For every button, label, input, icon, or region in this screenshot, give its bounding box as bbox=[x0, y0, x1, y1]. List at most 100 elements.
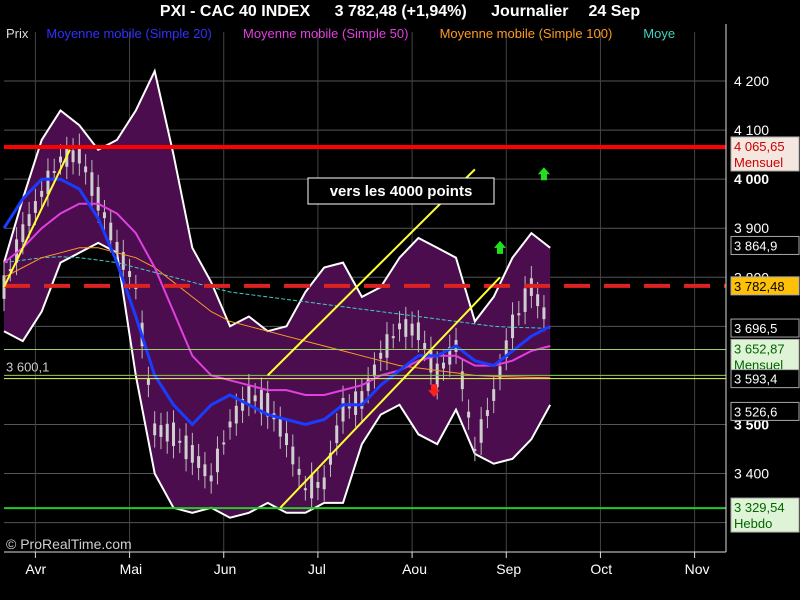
price-candle bbox=[96, 187, 100, 211]
watermark: © ProRealTime.com bbox=[6, 536, 132, 552]
price-candle bbox=[178, 440, 182, 443]
price-candle bbox=[52, 170, 56, 173]
price-candle bbox=[297, 468, 301, 475]
price-candle bbox=[492, 389, 496, 401]
price-candle bbox=[159, 425, 163, 437]
legend: Prix Moyenne mobile (Simple 20) Moyenne mo… bbox=[6, 26, 675, 41]
price-candle bbox=[71, 150, 75, 163]
legend-item: Moyenne mobile (Simple 50) bbox=[243, 26, 408, 41]
price-candle bbox=[542, 307, 546, 320]
price-candle bbox=[247, 386, 251, 404]
level-box-value: 3 652,87 bbox=[734, 341, 785, 356]
band-fill bbox=[4, 71, 551, 518]
legend-item: Prix bbox=[6, 26, 29, 41]
level-box-sub: Mensuel bbox=[734, 155, 783, 170]
price-candle bbox=[291, 446, 295, 465]
price-candle bbox=[372, 364, 376, 377]
period-label: Journalier bbox=[491, 3, 569, 20]
price-candle bbox=[222, 442, 226, 445]
price-candle bbox=[354, 391, 358, 415]
x-tick-label: Jul bbox=[308, 561, 326, 577]
left-level-label: 3 600,1 bbox=[6, 359, 49, 374]
price-candle bbox=[27, 214, 31, 226]
price-candle bbox=[40, 190, 44, 197]
price-candle bbox=[197, 456, 201, 468]
price-candle bbox=[253, 395, 257, 402]
level-box-value: 3 696,5 bbox=[734, 321, 777, 336]
up-arrow-icon bbox=[493, 240, 506, 254]
price-candle bbox=[172, 422, 176, 447]
price-candle bbox=[536, 294, 540, 307]
price-candle bbox=[316, 482, 320, 488]
price-candle bbox=[278, 418, 282, 437]
price-candle bbox=[517, 313, 521, 316]
price-candle bbox=[398, 323, 402, 330]
price-candle bbox=[59, 156, 63, 163]
price-candle bbox=[479, 419, 483, 443]
legend-item: Moyenne mobile (Simple 100) bbox=[440, 26, 613, 41]
level-box-value: 4 065,65 bbox=[734, 139, 785, 154]
price-candle bbox=[429, 348, 433, 373]
price-candle bbox=[90, 172, 94, 196]
price-candle bbox=[109, 222, 113, 241]
quote-label: 3 782,48 (+1,94%) bbox=[334, 3, 467, 20]
bollinger-band bbox=[3, 68, 552, 519]
price-candle bbox=[184, 435, 188, 460]
price-chart[interactable]: 4 2004 1004 0003 9003 8003 7003 6003 500… bbox=[0, 24, 800, 600]
price-candle bbox=[404, 319, 408, 337]
price-candle bbox=[391, 336, 395, 339]
level-box-value: 3 593,4 bbox=[734, 372, 777, 387]
level-box-sub: Hebdo bbox=[734, 516, 772, 531]
price-candle bbox=[102, 212, 106, 219]
price-candle bbox=[322, 477, 326, 490]
price-candle bbox=[523, 288, 527, 312]
price-candle bbox=[228, 421, 232, 428]
y-tick-label: 4 000 bbox=[734, 171, 769, 187]
price-candle bbox=[485, 410, 489, 416]
x-tick-label: Oct bbox=[590, 561, 612, 577]
level-box-value: 3 864,9 bbox=[734, 238, 777, 253]
x-tick-label: Aou bbox=[402, 561, 427, 577]
price-candle bbox=[441, 362, 445, 369]
price-candle bbox=[203, 464, 207, 477]
price-candle bbox=[310, 474, 314, 499]
price-candle bbox=[379, 352, 383, 359]
grid-lines bbox=[4, 32, 726, 552]
level-box-value: 3 782,48 bbox=[734, 279, 785, 294]
price-candle bbox=[416, 322, 420, 341]
x-tick-label: Nov bbox=[685, 561, 710, 577]
price-candle bbox=[46, 170, 50, 195]
price-candle bbox=[209, 475, 213, 482]
chart-title: PXI - CAC 40 INDEX 3 782,48 (+1,94%) Jou… bbox=[0, 0, 800, 24]
price-candle bbox=[511, 314, 515, 339]
price-candle bbox=[347, 406, 351, 409]
price-candle bbox=[33, 201, 37, 213]
level-box-value: 3 526,6 bbox=[734, 404, 777, 419]
price-candle bbox=[84, 166, 88, 173]
x-tick-label: Avr bbox=[25, 561, 46, 577]
price-candle bbox=[335, 425, 339, 444]
date-label: 24 Sep bbox=[588, 3, 641, 20]
price-candle bbox=[303, 488, 307, 491]
level-box-value: 3 329,54 bbox=[734, 500, 785, 515]
price-candle bbox=[234, 405, 238, 424]
x-tick-label: Jun bbox=[214, 561, 237, 577]
price-candle bbox=[285, 433, 289, 446]
price-candle bbox=[467, 411, 471, 418]
price-candle bbox=[410, 323, 414, 336]
price-candle bbox=[165, 423, 169, 442]
price-candle bbox=[153, 423, 157, 436]
y-tick-label: 3 900 bbox=[734, 220, 769, 236]
price-candle bbox=[423, 343, 427, 349]
legend-item: Moye bbox=[643, 26, 675, 41]
price-candle bbox=[385, 334, 389, 358]
annotation: vers les 4000 points bbox=[307, 177, 495, 205]
price-candle bbox=[115, 241, 119, 254]
up-arrow-icon bbox=[537, 167, 550, 181]
legend-item: Moyenne mobile (Simple 20) bbox=[46, 26, 211, 41]
symbol-label: PXI - CAC 40 INDEX bbox=[159, 3, 311, 20]
price-candle bbox=[128, 271, 132, 277]
price-candle bbox=[215, 448, 219, 473]
price-candle bbox=[341, 397, 345, 422]
y-tick-label: 3 400 bbox=[734, 466, 769, 482]
